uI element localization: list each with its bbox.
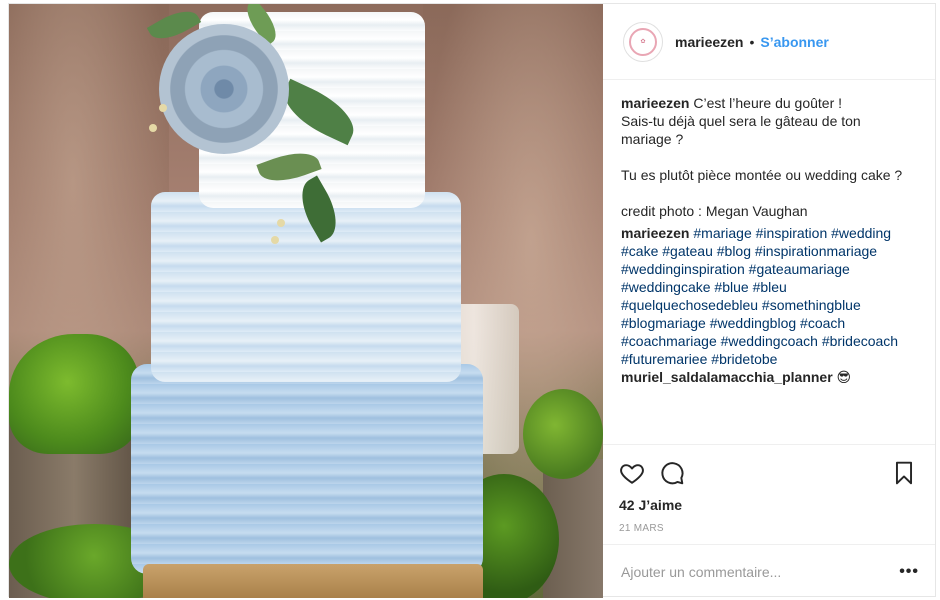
hashtag-link[interactable]: #bridecoach [822, 333, 898, 349]
caption-comment: marieezen C’est l’heure du goûter ! Sais… [621, 94, 915, 220]
avatar-logo: ✿ [629, 27, 657, 56]
hashtag-link[interactable]: #quelquechosedebleu [621, 297, 758, 313]
moss [523, 389, 603, 479]
hashtag-link[interactable]: #futuremariee [621, 351, 707, 367]
hashtag-link[interactable]: #blue [714, 279, 748, 295]
reply-comment-text: 😎 [832, 369, 852, 385]
succulent-flower [159, 24, 289, 154]
save-button[interactable] [877, 453, 917, 493]
header-username[interactable]: marieezen [675, 34, 743, 50]
add-comment-bar: ••• [603, 544, 935, 598]
more-options-button[interactable]: ••• [899, 563, 919, 581]
hashtag-link[interactable]: #wedding [831, 225, 891, 241]
caption-text: C’est l’heure du goûter ! Sais-tu déjà q… [621, 95, 903, 219]
hashtag-link[interactable]: #gateau [662, 243, 713, 259]
hashtag-list: #mariage #inspiration #wedding #cake #ga… [621, 225, 902, 367]
hashtag-link[interactable]: #bridetobe [711, 351, 777, 367]
likes-count[interactable]: 42 J’aime [619, 497, 917, 513]
hashtag-link[interactable]: #bleu [753, 279, 787, 295]
hashtag-link[interactable]: #blog [717, 243, 751, 259]
post-actions: 42 J’aime 21 MARS [603, 444, 935, 544]
hashtag-link[interactable]: #gateaumariage [749, 261, 850, 277]
post-photo[interactable] [9, 4, 603, 598]
instagram-post: ✿ marieezen • S’abonner marieezen C’est … [8, 3, 936, 598]
hashtag-link[interactable]: #weddinginspiration [621, 261, 745, 277]
hashtag-comment: marieezen #mariage #inspiration #wedding… [621, 224, 915, 368]
hashtag-link[interactable]: #inspirationmariage [755, 243, 877, 259]
hashtag-link[interactable]: #mariage [693, 225, 751, 241]
caption-username[interactable]: marieezen [621, 95, 689, 111]
hashtag-link[interactable]: #coachmariage [621, 333, 717, 349]
follow-button[interactable]: S’abonner [760, 34, 828, 50]
hashtag-link[interactable]: #inspiration [756, 225, 828, 241]
reply-comment-username[interactable]: muriel_saldalamacchia_planner [621, 369, 833, 385]
heart-outline-icon [620, 464, 644, 484]
action-icons-row [619, 453, 917, 493]
cake-board [143, 564, 483, 598]
comment-input[interactable] [621, 563, 900, 580]
moss [9, 334, 139, 454]
like-button[interactable] [619, 453, 659, 493]
post-header: ✿ marieezen • S’abonner [603, 4, 935, 80]
comments-section: marieezen C’est l’heure du goûter ! Sais… [603, 80, 935, 444]
hashtag-link[interactable]: #weddingblog [710, 315, 796, 331]
hashtag-link[interactable]: #weddingcake [621, 279, 711, 295]
hashtag-link[interactable]: #blogmariage [621, 315, 706, 331]
comment-button[interactable] [659, 453, 699, 493]
post-date[interactable]: 21 MARS [619, 523, 917, 534]
hashtag-link[interactable]: #weddingcoach [721, 333, 818, 349]
flower-bud [271, 236, 279, 244]
hashtag-comment-username[interactable]: marieezen [621, 225, 689, 241]
speech-bubble-icon [661, 462, 684, 485]
header-separator: • [749, 33, 755, 50]
hashtag-link[interactable]: #coach [800, 315, 845, 331]
hashtag-link[interactable]: #somethingblue [762, 297, 861, 313]
cake-tier-bottom [131, 364, 483, 574]
cake-tier-middle [151, 192, 461, 382]
flower-bud [149, 124, 157, 132]
avatar[interactable]: ✿ [623, 21, 663, 62]
post-side-panel: ✿ marieezen • S’abonner marieezen C’est … [603, 4, 935, 598]
flower-bud [159, 104, 167, 112]
hashtag-link[interactable]: #cake [621, 243, 658, 259]
reply-comment: muriel_saldalamacchia_planner 😎 [621, 368, 915, 386]
bookmark-outline-icon [895, 461, 913, 485]
flower-bud [277, 219, 285, 227]
